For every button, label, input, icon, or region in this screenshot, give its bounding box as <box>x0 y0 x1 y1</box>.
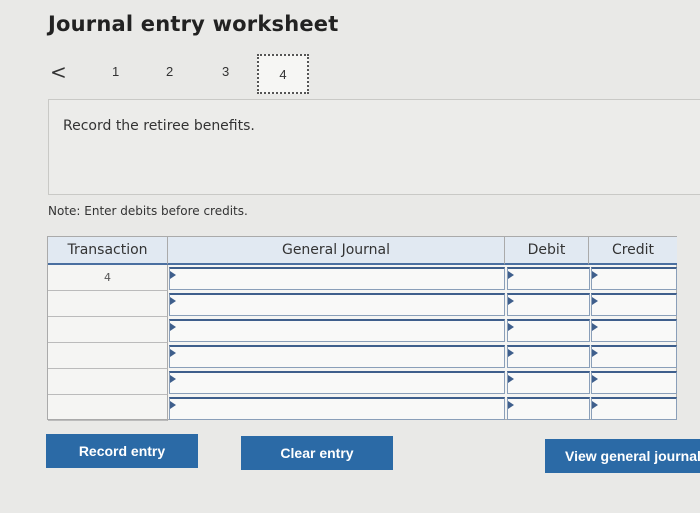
note-text: Note: Enter debits before credits. <box>48 204 248 218</box>
instruction-panel: Record the retiree benefits. <box>48 99 700 195</box>
table-row <box>48 317 677 343</box>
header-debit: Debit <box>505 237 589 265</box>
journal-table: Transaction General Journal Debit Credit… <box>47 236 677 421</box>
debit-input[interactable] <box>507 319 590 342</box>
table-row: 4 <box>48 265 677 291</box>
table-row <box>48 343 677 369</box>
debit-input[interactable] <box>507 293 590 316</box>
page-2-link[interactable]: 2 <box>166 64 173 79</box>
account-input[interactable] <box>169 267 505 290</box>
header-general-journal: General Journal <box>168 237 505 265</box>
account-input[interactable] <box>169 371 505 394</box>
account-input[interactable] <box>169 397 505 420</box>
page-title: Journal entry worksheet <box>48 12 339 36</box>
credit-input[interactable] <box>591 293 677 316</box>
transaction-cell <box>48 317 168 343</box>
debit-input[interactable] <box>507 371 590 394</box>
transaction-cell <box>48 291 168 317</box>
transaction-cell <box>48 369 168 395</box>
debit-input[interactable] <box>507 267 590 290</box>
transaction-cell: 4 <box>48 265 168 291</box>
header-credit: Credit <box>589 237 677 265</box>
account-input[interactable] <box>169 319 505 342</box>
clear-entry-button[interactable]: Clear entry <box>241 436 393 470</box>
account-input[interactable] <box>169 345 505 368</box>
page-3-link[interactable]: 3 <box>222 64 229 79</box>
page-1-link[interactable]: 1 <box>112 64 119 79</box>
header-transaction: Transaction <box>48 237 168 265</box>
pagination: < 1 2 3 4 <box>0 52 700 98</box>
table-row <box>48 395 677 421</box>
debit-input[interactable] <box>507 397 590 420</box>
credit-input[interactable] <box>591 371 677 394</box>
instruction-text: Record the retiree benefits. <box>63 118 255 134</box>
page-4-current[interactable]: 4 <box>257 54 309 94</box>
credit-input[interactable] <box>591 397 677 420</box>
transaction-cell <box>48 395 168 421</box>
credit-input[interactable] <box>591 267 677 290</box>
transaction-cell <box>48 343 168 369</box>
debit-input[interactable] <box>507 345 590 368</box>
chevron-left-icon[interactable]: < <box>50 60 67 84</box>
table-row <box>48 369 677 395</box>
credit-input[interactable] <box>591 345 677 368</box>
view-general-journal-button[interactable]: View general journal <box>545 439 700 473</box>
record-entry-button[interactable]: Record entry <box>46 434 198 468</box>
table-row <box>48 291 677 317</box>
credit-input[interactable] <box>591 319 677 342</box>
account-input[interactable] <box>169 293 505 316</box>
